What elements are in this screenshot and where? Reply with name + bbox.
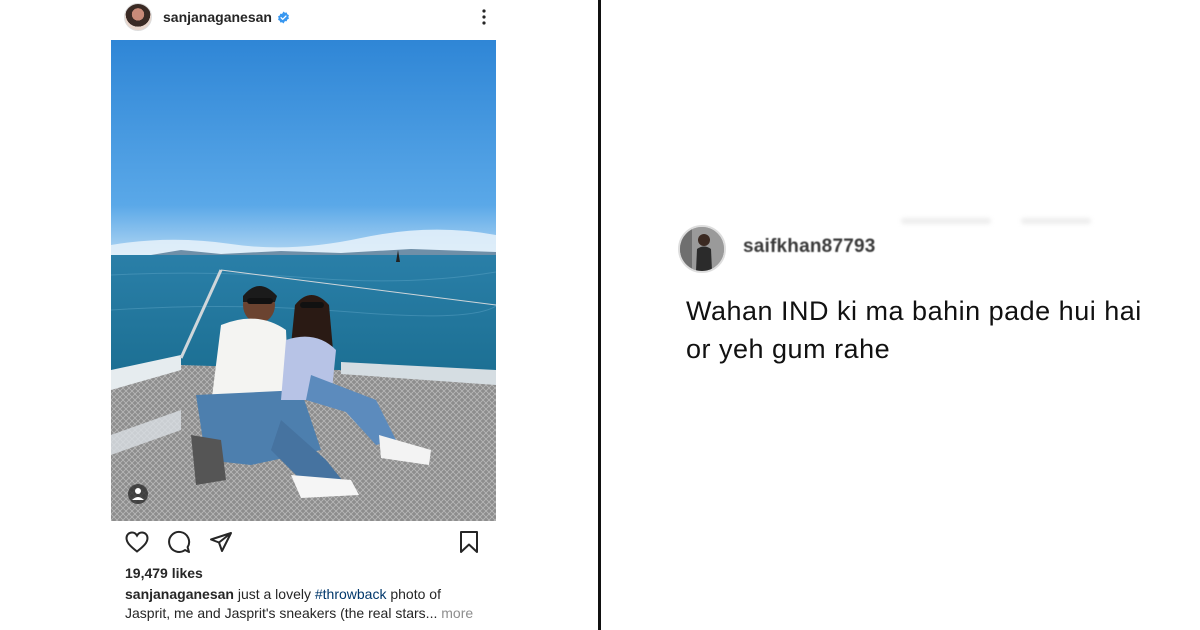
caption-text-3: Jasprit, me and Jasprit's sneakers (the … (125, 605, 438, 621)
likes-count[interactable]: 19,479 likes (125, 565, 203, 581)
post-actions-bar (124, 529, 482, 557)
comment-text: Wahan IND ki ma bahin pade hui hai or ye… (686, 296, 1142, 364)
share-send-icon[interactable] (208, 529, 234, 555)
post-author-username[interactable]: sanjanaganesan (163, 9, 272, 25)
bookmark-save-icon[interactable] (456, 529, 482, 555)
blurred-text-remnant (1021, 218, 1091, 224)
comment-bubble-icon[interactable] (166, 529, 192, 555)
caption-text-2: photo of (386, 586, 441, 602)
post-photo[interactable] (111, 40, 496, 521)
user-tag-icon[interactable] (128, 484, 148, 504)
like-heart-icon[interactable] (124, 529, 150, 555)
comment-panel: saifkhan87793 Wahan IND ki ma bahin pade… (601, 0, 1200, 630)
post-header: sanjanaganesan (124, 2, 494, 32)
caption-more-link[interactable]: more (437, 605, 473, 621)
instagram-post: sanjanaganesan 19,479 likes sanjanaganes… (0, 0, 598, 630)
verified-badge-icon (278, 11, 289, 23)
post-caption: sanjanaganesan just a lovely #throwback … (125, 585, 485, 623)
commenter-username[interactable]: saifkhan87793 (743, 236, 876, 258)
caption-text-1: just a lovely (233, 586, 315, 602)
caption-username[interactable]: sanjanaganesan (125, 586, 234, 602)
post-author-avatar[interactable] (124, 3, 152, 31)
caption-hashtag[interactable]: #throwback (315, 586, 387, 602)
more-options-icon[interactable] (474, 5, 494, 29)
blurred-text-remnant (901, 218, 991, 224)
commenter-avatar[interactable] (678, 225, 726, 273)
